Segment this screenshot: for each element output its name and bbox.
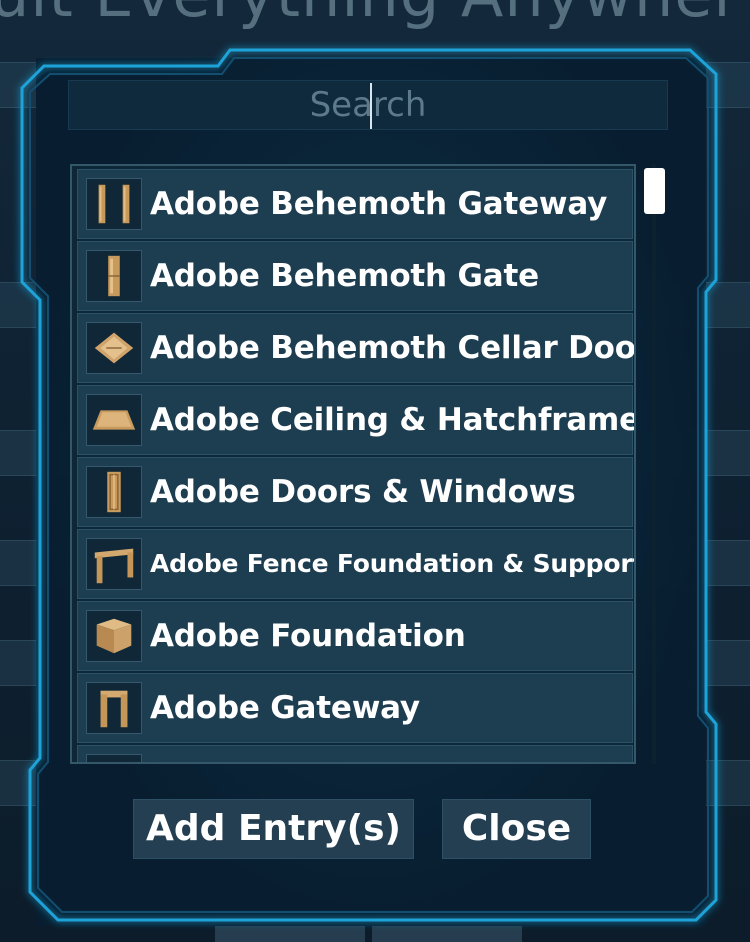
text-caret [370, 83, 372, 129]
item-list: Adobe Behemoth Gateway Adobe Behemoth Ga… [77, 169, 636, 762]
behemoth-gateway-icon [86, 178, 142, 230]
list-item-label: Adobe Behemoth Gate [150, 258, 539, 294]
list-item[interactable]: Adobe Gateway [77, 673, 633, 743]
close-button[interactable]: Close [442, 799, 591, 859]
door-icon [86, 466, 142, 518]
list-item-label: Adobe Behemoth Gateway [150, 186, 608, 222]
item-list-panel: Adobe Behemoth Gateway Adobe Behemoth Ga… [70, 164, 636, 764]
foundation-icon [86, 610, 142, 662]
scrollbar-track[interactable] [652, 164, 656, 764]
list-item-partial[interactable] [77, 745, 633, 762]
search-bar[interactable] [68, 80, 668, 130]
list-item[interactable]: Adobe Ceiling & Hatchframe [77, 385, 636, 455]
behemoth-gate-icon [86, 250, 142, 302]
list-item-label: Adobe Doors & Windows [150, 474, 576, 510]
list-item[interactable]: Adobe Foundation [77, 601, 633, 671]
list-item-label: Adobe Foundation [150, 618, 466, 654]
background-title: ult Everything Anywher [0, 0, 740, 31]
list-item[interactable]: Adobe Doors & Windows [77, 457, 633, 527]
list-item[interactable]: Adobe Behemoth Gate [77, 241, 633, 311]
gateway-icon [86, 682, 142, 734]
list-item[interactable]: Adobe Behemoth Cellar Door [77, 313, 636, 383]
list-item[interactable]: Adobe Behemoth Gateway [77, 169, 633, 239]
scrollbar-thumb[interactable] [644, 168, 665, 214]
list-item-label: Adobe Fence Foundation & Support [150, 549, 636, 578]
ceiling-icon [86, 394, 142, 446]
fence-support-icon [86, 538, 142, 590]
screen: ult Everything Anywher Adobe B [0, 0, 750, 942]
cellar-door-icon [86, 322, 142, 374]
list-item[interactable]: Adobe Fence Foundation & Support [77, 529, 636, 599]
list-item-label: Adobe Behemoth Cellar Door [150, 330, 636, 366]
list-item-label: Adobe Ceiling & Hatchframe [150, 402, 636, 438]
list-item-label: Adobe Gateway [150, 690, 420, 726]
search-input[interactable] [69, 81, 667, 129]
add-entry-button[interactable]: Add Entry(s) [133, 799, 414, 859]
item-icon [86, 754, 142, 762]
